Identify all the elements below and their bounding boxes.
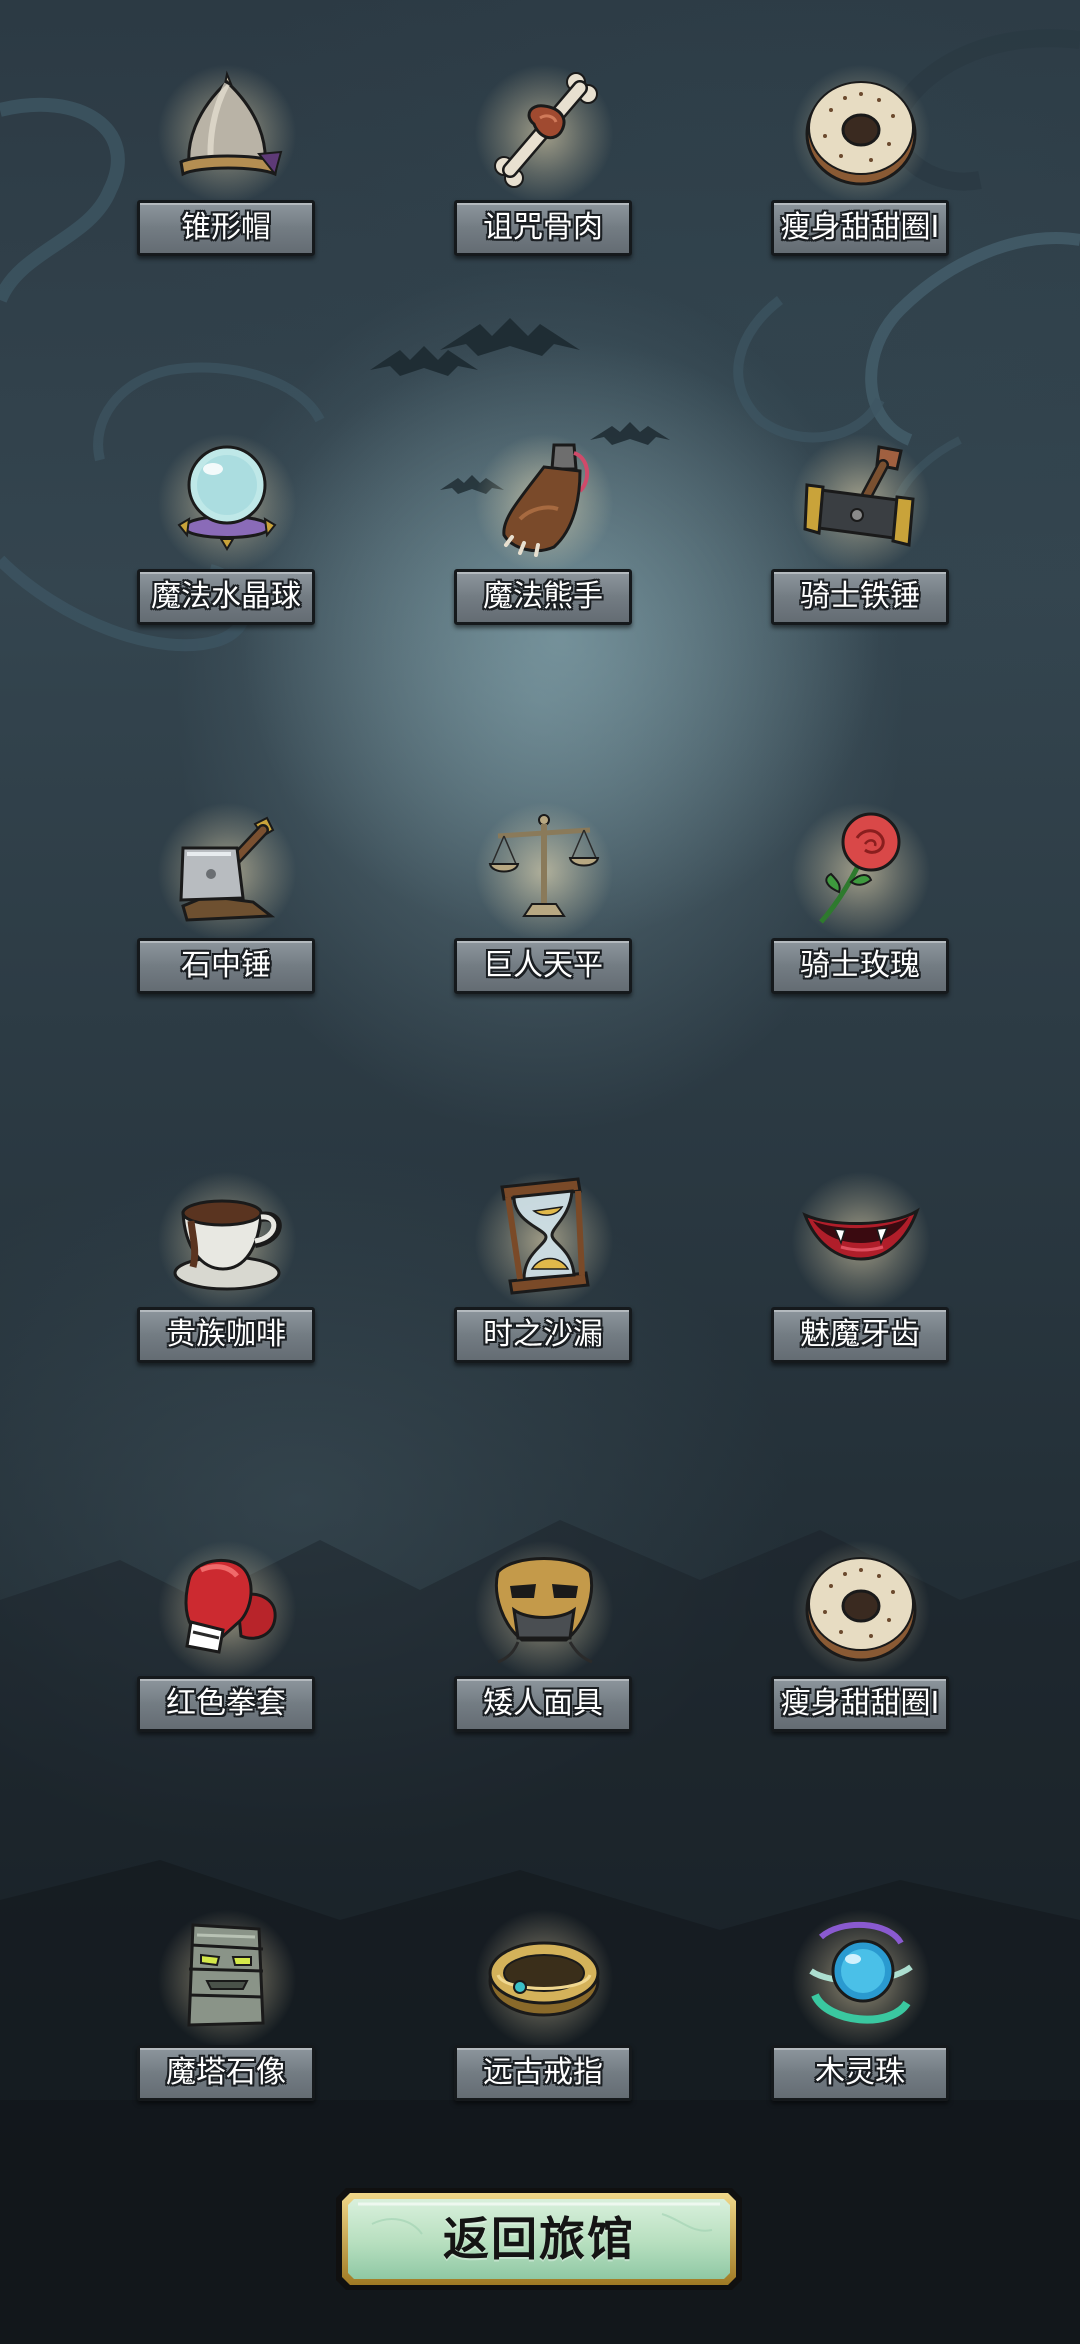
hourglass-icon: [500, 1177, 590, 1295]
item-label: 远古戒指: [454, 2045, 632, 2101]
coffee-cup-icon: [173, 1199, 282, 1291]
return-to-inn-button[interactable]: 返回旅馆: [332, 2184, 746, 2294]
item-label: 时之沙漏: [454, 1307, 632, 1363]
item-card[interactable]: 骑士玫瑰: [771, 802, 951, 1002]
item-card[interactable]: 巨人天平: [454, 802, 634, 1002]
item-card[interactable]: 瘦身甜甜圈I: [771, 64, 951, 264]
item-card[interactable]: 锥形帽: [137, 64, 317, 264]
item-label: 魔法水晶球: [137, 569, 315, 625]
cone-helmet-icon: [179, 70, 283, 177]
wood-spirit-orb-icon: [809, 1921, 913, 2024]
scales-icon: [488, 814, 600, 917]
item-label: 魅魔牙齿: [771, 1307, 949, 1363]
item-card[interactable]: 木灵珠: [771, 1909, 951, 2109]
item-card[interactable]: 魔法熊手: [454, 433, 634, 633]
knight-hammer-icon: [803, 445, 915, 547]
item-label: 骑士铁锤: [771, 569, 949, 625]
return-button-label: 返回旅馆: [443, 2212, 635, 2266]
item-card[interactable]: 魔法水晶球: [137, 433, 317, 633]
item-label: 红色拳套: [137, 1676, 315, 1732]
item-label: 石中锤: [137, 938, 315, 994]
item-card[interactable]: 红色拳套: [137, 1540, 317, 1740]
tower-statue-icon: [187, 1923, 265, 2027]
dwarf-mask-icon: [495, 1557, 593, 1664]
item-label: 巨人天平: [454, 938, 632, 994]
item-collection-screen: 锥形帽 诅咒骨肉 瘦身甜甜圈I 魔法水晶球 魔法熊手 骑士铁锤 石中锤 巨人天平…: [0, 0, 1080, 2344]
boxing-glove-icon: [184, 1558, 277, 1654]
item-card[interactable]: 瘦身甜甜圈I: [771, 1540, 951, 1740]
item-label: 瘦身甜甜圈I: [771, 200, 949, 256]
rose-icon: [819, 812, 901, 924]
item-card[interactable]: 诅咒骨肉: [454, 64, 634, 264]
bear-paw-icon: [502, 443, 590, 557]
ancient-ring-icon: [488, 1941, 600, 2017]
item-label: 贵族咖啡: [137, 1307, 315, 1363]
item-label: 矮人面具: [454, 1676, 632, 1732]
item-card[interactable]: 魔塔石像: [137, 1909, 317, 2109]
item-label: 魔法熊手: [454, 569, 632, 625]
item-card[interactable]: 远古戒指: [454, 1909, 634, 2109]
donut-icon: [805, 1557, 917, 1662]
item-label: 木灵珠: [771, 2045, 949, 2101]
item-card[interactable]: 魅魔牙齿: [771, 1171, 951, 1371]
item-card[interactable]: 时之沙漏: [454, 1171, 634, 1371]
item-label: 锥形帽: [137, 200, 315, 256]
donut-icon: [805, 81, 917, 186]
item-card[interactable]: 石中锤: [137, 802, 317, 1002]
item-label: 瘦身甜甜圈I: [771, 1676, 949, 1732]
crystal-ball-icon: [177, 445, 277, 551]
item-label: 魔塔石像: [137, 2045, 315, 2101]
item-grid: 锥形帽 诅咒骨肉 瘦身甜甜圈I 魔法水晶球 魔法熊手 骑士铁锤 石中锤 巨人天平…: [0, 0, 1080, 2344]
hammer-in-stone-icon: [179, 816, 276, 922]
fang-lips-icon: [802, 1207, 920, 1261]
item-card[interactable]: 骑士铁锤: [771, 433, 951, 633]
item-label: 骑士玫瑰: [771, 938, 949, 994]
cursed-bone-meat-icon: [494, 72, 598, 188]
item-label: 诅咒骨肉: [454, 200, 632, 256]
item-card[interactable]: 贵族咖啡: [137, 1171, 317, 1371]
item-card[interactable]: 矮人面具: [454, 1540, 634, 1740]
